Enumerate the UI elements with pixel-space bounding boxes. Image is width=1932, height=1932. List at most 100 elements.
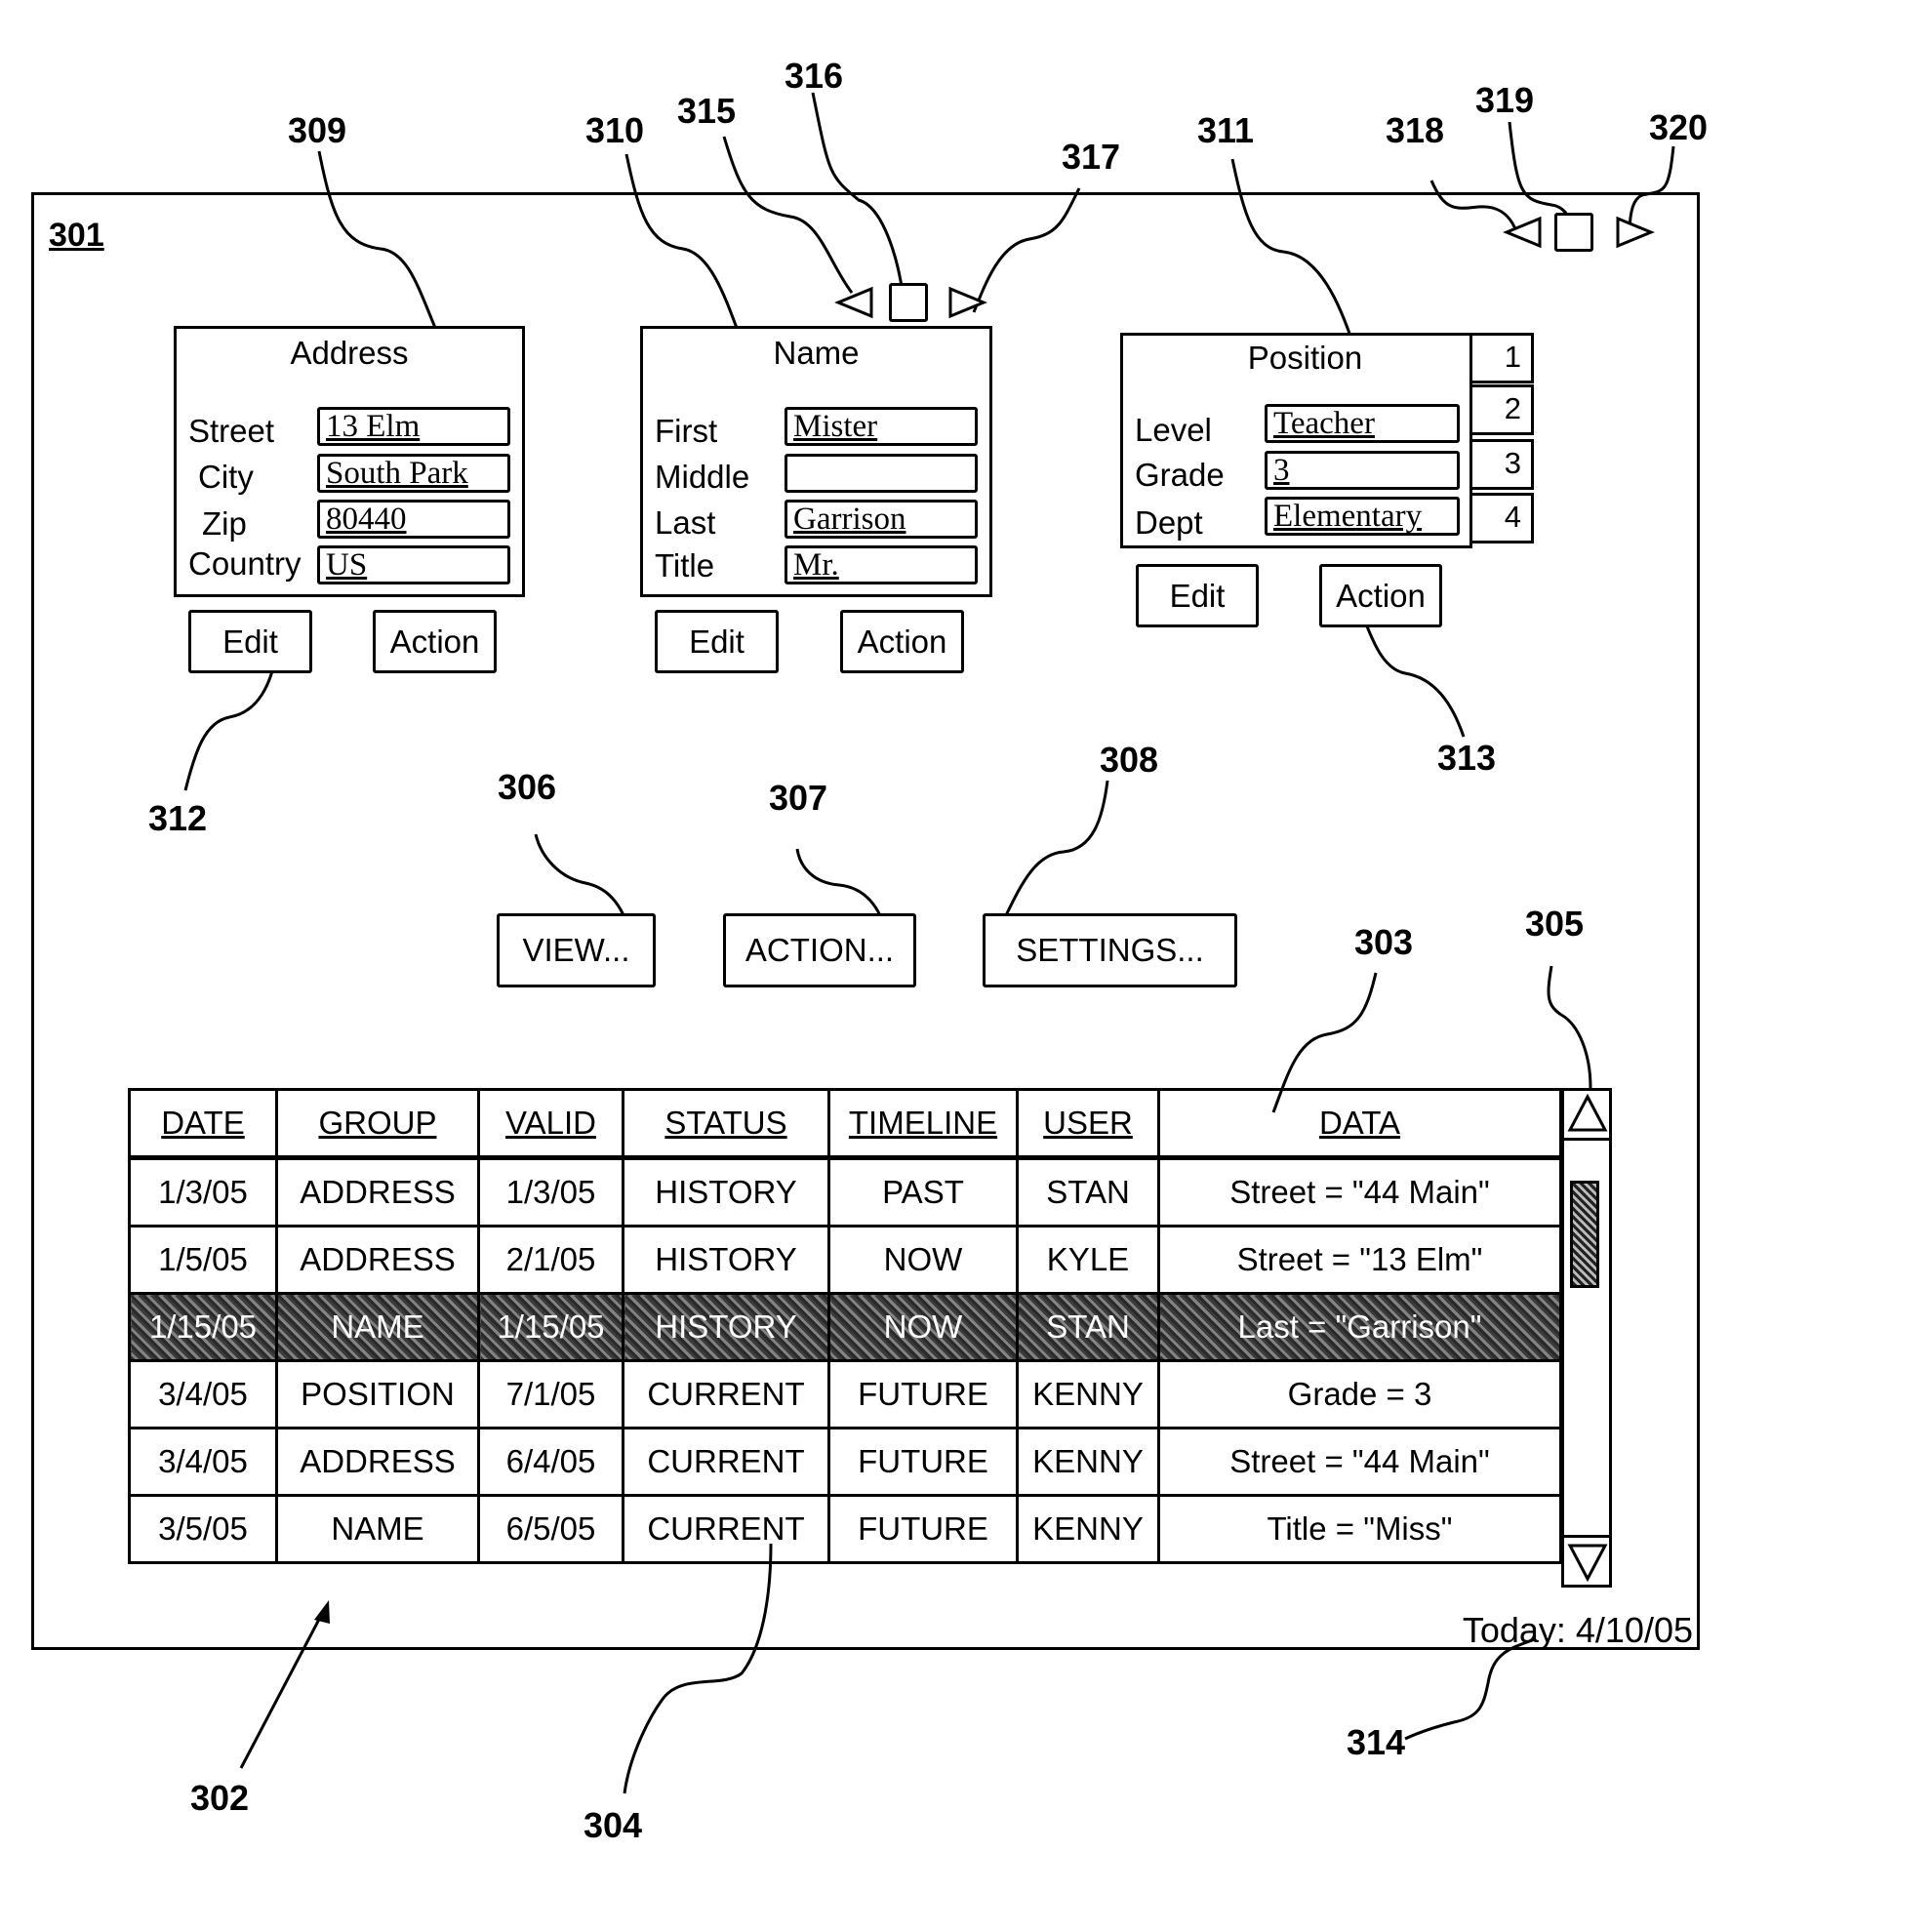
address-panel-title: Address xyxy=(290,335,409,371)
cell-valid: 6/5/05 xyxy=(477,1494,624,1564)
table-row-selected[interactable]: 1/15/05 NAME 1/15/05 HISTORY NOW STAN La… xyxy=(128,1292,1562,1362)
cell-status: HISTORY xyxy=(622,1156,830,1228)
grade-field[interactable]: 3 xyxy=(1265,451,1460,490)
ref-302: 302 xyxy=(190,1778,250,1818)
column-header-timeline[interactable]: TIMELINE xyxy=(827,1088,1019,1160)
cell-group: NAME xyxy=(275,1292,480,1362)
window-stop-icon[interactable] xyxy=(1554,213,1593,252)
zip-label: Zip xyxy=(202,505,247,542)
cell-valid: 1/3/05 xyxy=(477,1156,624,1228)
zip-field[interactable]: 80440 xyxy=(317,500,510,539)
dept-label: Dept xyxy=(1135,504,1203,541)
name-action-button[interactable]: Action xyxy=(840,610,964,673)
window-prev-icon[interactable] xyxy=(1503,213,1546,252)
cell-user: KENNY xyxy=(1016,1494,1160,1564)
name-panel-title: Name xyxy=(773,335,860,371)
cell-date: 1/5/05 xyxy=(128,1225,278,1295)
table-row[interactable]: 1/5/05 ADDRESS 2/1/05 HISTORY NOW KYLE S… xyxy=(128,1225,1562,1295)
first-name-field[interactable]: Mister xyxy=(785,407,978,446)
cell-valid: 7/1/05 xyxy=(477,1359,624,1429)
table-row[interactable]: 1/3/05 ADDRESS 1/3/05 HISTORY PAST STAN … xyxy=(128,1156,1562,1228)
street-label: Street xyxy=(188,413,275,449)
table-scrollbar[interactable] xyxy=(1561,1088,1612,1588)
address-action-button[interactable]: Action xyxy=(373,610,497,673)
position-tab-3[interactable]: 3 xyxy=(1469,439,1534,490)
ref-311: 311 xyxy=(1197,110,1255,150)
dept-field[interactable]: Elementary xyxy=(1265,497,1460,536)
title-label: Title xyxy=(655,547,715,584)
name-next-icon[interactable] xyxy=(945,283,987,322)
position-action-button[interactable]: Action xyxy=(1319,564,1442,627)
column-header-status[interactable]: STATUS xyxy=(622,1088,830,1160)
ref-320: 320 xyxy=(1649,107,1709,147)
name-panel: Name First Middle Last Title Mister Garr… xyxy=(640,326,992,597)
cell-data: Last = "Garrison" xyxy=(1157,1292,1562,1362)
first-label: First xyxy=(655,413,718,449)
view-button[interactable]: VIEW... xyxy=(497,913,656,987)
position-panel-title: Position xyxy=(1247,340,1363,376)
column-header-group[interactable]: GROUP xyxy=(275,1088,480,1160)
name-stop-icon[interactable] xyxy=(889,283,928,322)
cell-data: Street = "44 Main" xyxy=(1157,1427,1562,1497)
cell-data: Street = "13 Elm" xyxy=(1157,1225,1562,1295)
name-prev-icon[interactable] xyxy=(834,283,877,322)
column-header-date[interactable]: DATE xyxy=(128,1088,278,1160)
cell-status: CURRENT xyxy=(622,1359,830,1429)
table-row[interactable]: 3/4/05 ADDRESS 6/4/05 CURRENT FUTURE KEN… xyxy=(128,1427,1562,1497)
title-field[interactable]: Mr. xyxy=(785,545,978,584)
cell-group: ADDRESS xyxy=(275,1225,480,1295)
scroll-down-icon[interactable] xyxy=(1566,1540,1609,1583)
ref-314: 314 xyxy=(1347,1722,1406,1762)
cell-timeline: NOW xyxy=(827,1225,1019,1295)
cell-valid: 1/15/05 xyxy=(477,1292,624,1362)
cell-date: 3/4/05 xyxy=(128,1359,278,1429)
position-tab-4[interactable]: 4 xyxy=(1469,493,1534,543)
cell-user: KYLE xyxy=(1016,1225,1160,1295)
cell-group: ADDRESS xyxy=(275,1427,480,1497)
middle-name-field[interactable] xyxy=(785,454,978,493)
cell-status: HISTORY xyxy=(622,1225,830,1295)
today-date-label: Today: 4/10/05 xyxy=(1462,1610,1693,1650)
scroll-up-divider xyxy=(1564,1138,1609,1141)
cell-group: NAME xyxy=(275,1494,480,1564)
ref-309: 309 xyxy=(288,110,347,150)
cell-timeline: PAST xyxy=(827,1156,1019,1228)
table-row[interactable]: 3/5/05 NAME 6/5/05 CURRENT FUTURE KENNY … xyxy=(128,1494,1562,1564)
position-tab-2[interactable]: 2 xyxy=(1469,384,1534,435)
ref-310: 310 xyxy=(585,110,645,150)
city-field[interactable]: South Park xyxy=(317,454,510,493)
cell-data: Title = "Miss" xyxy=(1157,1494,1562,1564)
column-header-data[interactable]: DATA xyxy=(1157,1088,1562,1160)
level-field[interactable]: Teacher xyxy=(1265,404,1460,443)
scroll-thumb[interactable] xyxy=(1570,1181,1599,1288)
settings-button[interactable]: SETTINGS... xyxy=(983,913,1237,987)
cell-date: 1/15/05 xyxy=(128,1292,278,1362)
cell-date: 1/3/05 xyxy=(128,1156,278,1228)
action-menu-button[interactable]: ACTION... xyxy=(723,913,916,987)
cell-valid: 6/4/05 xyxy=(477,1427,624,1497)
cell-data: Grade = 3 xyxy=(1157,1359,1562,1429)
middle-label: Middle xyxy=(655,459,750,495)
window-next-icon[interactable] xyxy=(1612,213,1655,252)
cell-status: CURRENT xyxy=(622,1494,830,1564)
country-field[interactable]: US xyxy=(317,545,510,584)
position-edit-button[interactable]: Edit xyxy=(1136,564,1259,627)
column-header-valid[interactable]: VALID xyxy=(477,1088,624,1160)
cell-user: STAN xyxy=(1016,1292,1160,1362)
position-panel: Position Level Grade Dept Teacher 3 Elem… xyxy=(1120,333,1472,548)
name-edit-button[interactable]: Edit xyxy=(655,610,779,673)
table-row[interactable]: 3/4/05 POSITION 7/1/05 CURRENT FUTURE KE… xyxy=(128,1359,1562,1429)
history-table: DATE GROUP VALID STATUS TIMELINE USER DA… xyxy=(128,1088,1562,1564)
last-name-field[interactable]: Garrison xyxy=(785,500,978,539)
cell-date: 3/5/05 xyxy=(128,1494,278,1564)
cell-user: KENNY xyxy=(1016,1359,1160,1429)
address-edit-button[interactable]: Edit xyxy=(188,610,312,673)
ref-317: 317 xyxy=(1062,137,1121,177)
cell-timeline: FUTURE xyxy=(827,1494,1019,1564)
last-label: Last xyxy=(655,504,716,541)
street-field[interactable]: 13 Elm xyxy=(317,407,510,446)
scroll-up-icon[interactable] xyxy=(1566,1093,1609,1136)
column-header-user[interactable]: USER xyxy=(1016,1088,1160,1160)
cell-timeline: NOW xyxy=(827,1292,1019,1362)
ref-316: 316 xyxy=(785,56,844,96)
